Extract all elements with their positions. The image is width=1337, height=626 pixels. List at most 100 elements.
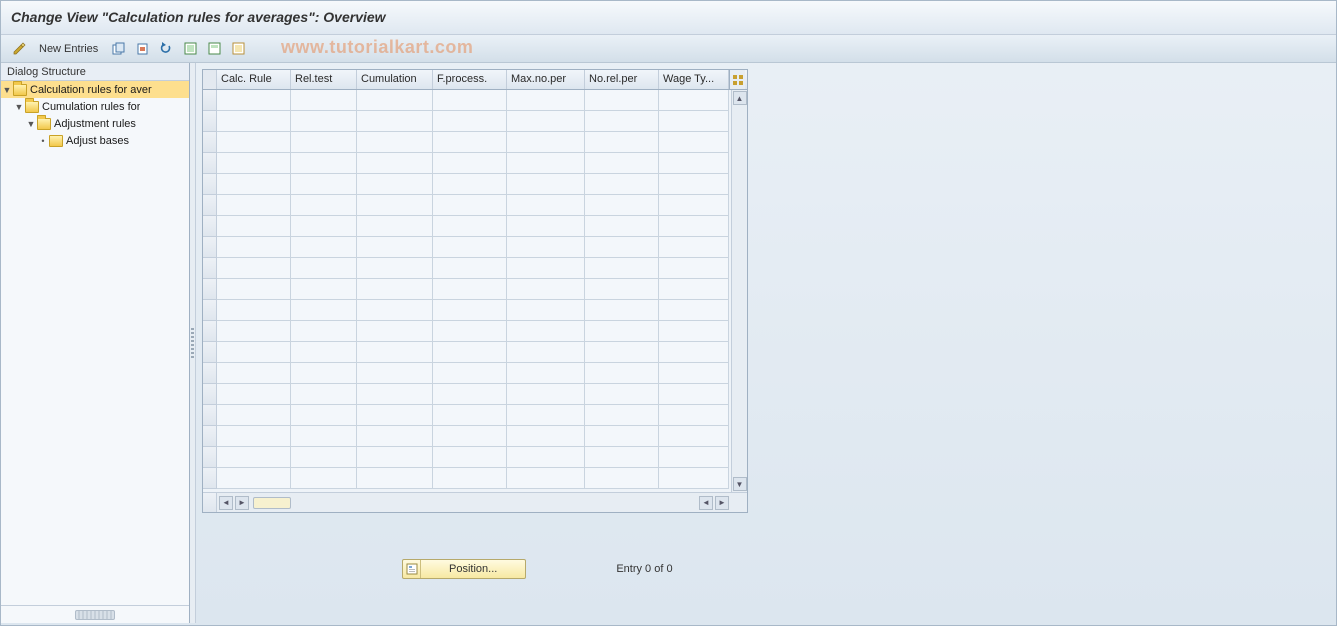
table-cell[interactable] xyxy=(659,447,729,468)
table-cell[interactable] xyxy=(507,216,585,237)
row-selector[interactable] xyxy=(203,384,217,405)
table-cell[interactable] xyxy=(507,90,585,111)
table-cell[interactable] xyxy=(659,174,729,195)
table-cell[interactable] xyxy=(217,153,291,174)
table-cell[interactable] xyxy=(585,405,659,426)
table-cell[interactable] xyxy=(291,216,357,237)
row-selector[interactable] xyxy=(203,342,217,363)
table-cell[interactable] xyxy=(357,153,433,174)
row-selector[interactable] xyxy=(203,111,217,132)
column-header-max-no-per[interactable]: Max.no.per xyxy=(507,70,585,89)
table-cell[interactable] xyxy=(291,279,357,300)
row-selector[interactable] xyxy=(203,279,217,300)
table-cell[interactable] xyxy=(217,468,291,489)
table-cell[interactable] xyxy=(217,384,291,405)
table-cell[interactable] xyxy=(217,279,291,300)
table-cell[interactable] xyxy=(585,111,659,132)
row-selector[interactable] xyxy=(203,153,217,174)
row-selector[interactable] xyxy=(203,258,217,279)
table-cell[interactable] xyxy=(433,90,507,111)
row-selector[interactable] xyxy=(203,447,217,468)
table-cell[interactable] xyxy=(217,216,291,237)
table-cell[interactable] xyxy=(585,279,659,300)
table-cell[interactable] xyxy=(217,237,291,258)
table-cell[interactable] xyxy=(357,174,433,195)
table-cell[interactable] xyxy=(291,426,357,447)
table-cell[interactable] xyxy=(291,405,357,426)
table-cell[interactable] xyxy=(585,132,659,153)
table-cell[interactable] xyxy=(507,237,585,258)
scroll-down-icon[interactable]: ▼ xyxy=(733,477,747,491)
table-cell[interactable] xyxy=(659,300,729,321)
table-cell[interactable] xyxy=(507,426,585,447)
table-cell[interactable] xyxy=(291,153,357,174)
table-cell[interactable] xyxy=(291,321,357,342)
table-cell[interactable] xyxy=(357,342,433,363)
table-cell[interactable] xyxy=(507,321,585,342)
table-cell[interactable] xyxy=(585,342,659,363)
table-cell[interactable] xyxy=(291,468,357,489)
table-cell[interactable] xyxy=(217,363,291,384)
row-selector[interactable] xyxy=(203,195,217,216)
row-selector[interactable] xyxy=(203,132,217,153)
table-cell[interactable] xyxy=(507,300,585,321)
table-cell[interactable] xyxy=(585,174,659,195)
row-selector[interactable] xyxy=(203,216,217,237)
table-cell[interactable] xyxy=(507,153,585,174)
table-cell[interactable] xyxy=(291,237,357,258)
table-cell[interactable] xyxy=(217,300,291,321)
table-cell[interactable] xyxy=(291,111,357,132)
table-cell[interactable] xyxy=(507,195,585,216)
row-selector[interactable] xyxy=(203,237,217,258)
table-cell[interactable] xyxy=(659,195,729,216)
new-entries-button[interactable]: New Entries xyxy=(33,43,104,55)
hscroll-right-icon[interactable]: ► xyxy=(235,496,249,510)
table-config-icon[interactable] xyxy=(729,70,745,89)
table-cell[interactable] xyxy=(585,468,659,489)
column-header-cumulation[interactable]: Cumulation xyxy=(357,70,433,89)
table-cell[interactable] xyxy=(357,384,433,405)
column-header-f-process[interactable]: F.process. xyxy=(433,70,507,89)
table-cell[interactable] xyxy=(433,300,507,321)
table-cell[interactable] xyxy=(585,195,659,216)
table-cell[interactable] xyxy=(585,258,659,279)
table-cell[interactable] xyxy=(659,363,729,384)
row-selector[interactable] xyxy=(203,174,217,195)
table-cell[interactable] xyxy=(433,447,507,468)
table-cell[interactable] xyxy=(585,237,659,258)
tree-item[interactable]: ▼Cumulation rules for xyxy=(1,98,189,115)
table-cell[interactable] xyxy=(659,258,729,279)
table-cell[interactable] xyxy=(585,363,659,384)
table-cell[interactable] xyxy=(585,384,659,405)
hscroll-thumb-left[interactable] xyxy=(253,497,291,509)
scroll-track[interactable] xyxy=(733,106,747,476)
table-cell[interactable] xyxy=(217,111,291,132)
table-cell[interactable] xyxy=(357,447,433,468)
row-selector[interactable] xyxy=(203,90,217,111)
tree-item[interactable]: ▼Calculation rules for aver xyxy=(1,81,189,98)
table-cell[interactable] xyxy=(291,90,357,111)
table-cell[interactable] xyxy=(433,195,507,216)
copy-as-icon[interactable] xyxy=(108,39,128,59)
table-cell[interactable] xyxy=(357,405,433,426)
table-cell[interactable] xyxy=(357,468,433,489)
table-cell[interactable] xyxy=(291,300,357,321)
hscroll-left-icon[interactable]: ◄ xyxy=(219,496,233,510)
table-cell[interactable] xyxy=(217,342,291,363)
table-cell[interactable] xyxy=(659,90,729,111)
table-cell[interactable] xyxy=(433,342,507,363)
table-cell[interactable] xyxy=(585,300,659,321)
table-cell[interactable] xyxy=(357,279,433,300)
table-cell[interactable] xyxy=(357,321,433,342)
row-selector[interactable] xyxy=(203,321,217,342)
table-cell[interactable] xyxy=(659,237,729,258)
vertical-scrollbar[interactable]: ▲ ▼ xyxy=(731,90,747,492)
table-cell[interactable] xyxy=(217,426,291,447)
table-cell[interactable] xyxy=(507,111,585,132)
table-cell[interactable] xyxy=(357,300,433,321)
column-header-no-rel-per[interactable]: No.rel.per xyxy=(585,70,659,89)
table-cell[interactable] xyxy=(433,405,507,426)
table-cell[interactable] xyxy=(585,321,659,342)
table-cell[interactable] xyxy=(433,384,507,405)
table-cell[interactable] xyxy=(217,405,291,426)
